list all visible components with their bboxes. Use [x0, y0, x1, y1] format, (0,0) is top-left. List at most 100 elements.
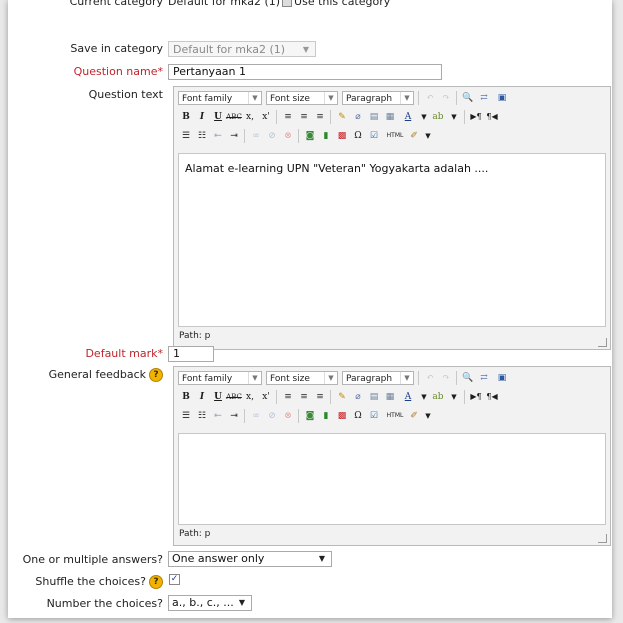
feedback-font-family-select[interactable]: Font family ▼: [178, 371, 262, 385]
paste-word-icon[interactable]: ▦: [382, 389, 398, 405]
link-icon[interactable]: ∞: [248, 408, 264, 424]
numbered-list-icon[interactable]: ☷: [194, 128, 210, 144]
bullet-list-icon[interactable]: ☰: [178, 408, 194, 424]
align-center-icon[interactable]: ≡: [296, 109, 312, 125]
text-color-icon[interactable]: A: [400, 109, 416, 125]
remove-format-icon[interactable]: ⌀: [350, 389, 366, 405]
highlight-color-arrow[interactable]: ▼: [446, 109, 462, 125]
indent-icon[interactable]: ⇥: [226, 128, 242, 144]
save-in-category-select: Default for mka2 (1) ▼: [168, 41, 316, 57]
outdent-icon[interactable]: ⇤: [210, 128, 226, 144]
one-or-multiple-select[interactable]: One answer only ▼: [168, 551, 332, 567]
superscript-button[interactable]: x': [258, 109, 274, 125]
insert-media-icon[interactable]: ▮: [318, 128, 334, 144]
paste-text-icon[interactable]: ▤: [366, 389, 382, 405]
italic-button[interactable]: I: [194, 389, 210, 405]
nolink-icon[interactable]: ⊗: [280, 408, 296, 424]
general-feedback-label: General feedback?: [8, 368, 163, 382]
insert-table-icon[interactable]: ▩: [334, 128, 350, 144]
spellcheck-icon[interactable]: ☑: [366, 408, 382, 424]
insert-image-icon[interactable]: ◙: [302, 128, 318, 144]
editor-toolbar-row-2: B I U ABC x, x' ≡ ≡ ≡ ✎ ⌀ ▤ ▦ A ▼ ab ▼ ▶…: [178, 109, 608, 125]
current-category-value: Default for mka2 (1) Use this category: [168, 0, 390, 8]
font-size-select[interactable]: Font size ▼: [266, 91, 338, 105]
help-icon[interactable]: ?: [149, 368, 163, 382]
paste-text-icon[interactable]: ▤: [366, 109, 382, 125]
link-icon[interactable]: ∞: [248, 128, 264, 144]
html-source-button[interactable]: HTML: [384, 408, 406, 424]
align-right-icon[interactable]: ≡: [312, 109, 328, 125]
resize-handle[interactable]: [598, 338, 607, 347]
paint-arrow[interactable]: ▼: [420, 408, 436, 424]
undo-icon[interactable]: ↶: [422, 370, 438, 386]
bold-button[interactable]: B: [178, 109, 194, 125]
feedback-format-select[interactable]: Paragraph ▼: [342, 371, 414, 385]
use-category-checkbox[interactable]: [282, 0, 293, 7]
fullscreen-icon[interactable]: ▣: [494, 90, 510, 106]
subscript-button[interactable]: x,: [242, 389, 258, 405]
align-left-icon[interactable]: ≡: [280, 389, 296, 405]
find-icon[interactable]: 🔍: [460, 370, 476, 386]
align-left-icon[interactable]: ≡: [280, 109, 296, 125]
rtl-icon[interactable]: ¶◀: [484, 389, 500, 405]
spellcheck-icon[interactable]: ☑: [366, 128, 382, 144]
align-center-icon[interactable]: ≡: [296, 389, 312, 405]
highlight-color-arrow[interactable]: ▼: [446, 389, 462, 405]
default-mark-label: Default mark*: [85, 347, 163, 360]
replace-icon[interactable]: ⇄: [476, 90, 492, 106]
insert-table-icon[interactable]: ▩: [334, 408, 350, 424]
question-name-input[interactable]: Pertanyaan 1: [168, 64, 442, 80]
help-icon[interactable]: ?: [149, 575, 163, 589]
find-icon[interactable]: 🔍: [460, 90, 476, 106]
paste-word-icon[interactable]: ▦: [382, 109, 398, 125]
redo-icon[interactable]: ↷: [438, 370, 454, 386]
remove-format-icon[interactable]: ⌀: [350, 109, 366, 125]
replace-icon[interactable]: ⇄: [476, 370, 492, 386]
cleanup-icon[interactable]: ✎: [334, 109, 350, 125]
question-text-label: Question text: [88, 88, 163, 101]
bold-button[interactable]: B: [178, 389, 194, 405]
strikethrough-button[interactable]: ABC: [226, 109, 242, 125]
insert-image-icon[interactable]: ◙: [302, 408, 318, 424]
redo-icon[interactable]: ↷: [438, 90, 454, 106]
underline-button[interactable]: U: [210, 109, 226, 125]
feedback-font-size-select[interactable]: Font size ▼: [266, 371, 338, 385]
unlink-icon[interactable]: ⊘: [264, 128, 280, 144]
resize-handle[interactable]: [598, 534, 607, 543]
number-choices-select[interactable]: a., b., c., ... ▼: [168, 595, 252, 611]
indent-icon[interactable]: ⇥: [226, 408, 242, 424]
paint-arrow[interactable]: ▼: [420, 128, 436, 144]
shuffle-choices-checkbox[interactable]: ✓: [169, 574, 180, 585]
align-right-icon[interactable]: ≡: [312, 389, 328, 405]
outdent-icon[interactable]: ⇤: [210, 408, 226, 424]
superscript-button[interactable]: x': [258, 389, 274, 405]
strikethrough-button[interactable]: ABC: [226, 389, 242, 405]
underline-button[interactable]: U: [210, 389, 226, 405]
ltr-icon[interactable]: ▶¶: [468, 389, 484, 405]
special-char-icon[interactable]: Ω: [350, 128, 366, 144]
italic-button[interactable]: I: [194, 109, 210, 125]
highlight-color-icon[interactable]: ab: [430, 109, 446, 125]
subscript-button[interactable]: x,: [242, 109, 258, 125]
html-source-button[interactable]: HTML: [384, 128, 406, 144]
question-text-content[interactable]: Alamat e-learning UPN "Veteran" Yogyakar…: [178, 153, 606, 327]
ltr-icon[interactable]: ▶¶: [468, 109, 484, 125]
font-family-select[interactable]: Font family ▼: [178, 91, 262, 105]
fullscreen-icon[interactable]: ▣: [494, 370, 510, 386]
rtl-icon[interactable]: ¶◀: [484, 109, 500, 125]
cleanup-icon[interactable]: ✎: [334, 389, 350, 405]
nolink-icon[interactable]: ⊗: [280, 128, 296, 144]
format-select[interactable]: Paragraph ▼: [342, 91, 414, 105]
bullet-list-icon[interactable]: ☰: [178, 128, 194, 144]
numbered-list-icon[interactable]: ☷: [194, 408, 210, 424]
undo-icon[interactable]: ↶: [422, 90, 438, 106]
general-feedback-content[interactable]: [178, 433, 606, 525]
special-char-icon[interactable]: Ω: [350, 408, 366, 424]
chevron-down-icon: ▼: [302, 45, 309, 54]
insert-media-icon[interactable]: ▮: [318, 408, 334, 424]
shuffle-choices-label: Shuffle the choices??: [8, 575, 163, 589]
default-mark-input[interactable]: 1: [168, 346, 214, 362]
highlight-color-icon[interactable]: ab: [430, 389, 446, 405]
unlink-icon[interactable]: ⊘: [264, 408, 280, 424]
text-color-icon[interactable]: A: [400, 389, 416, 405]
